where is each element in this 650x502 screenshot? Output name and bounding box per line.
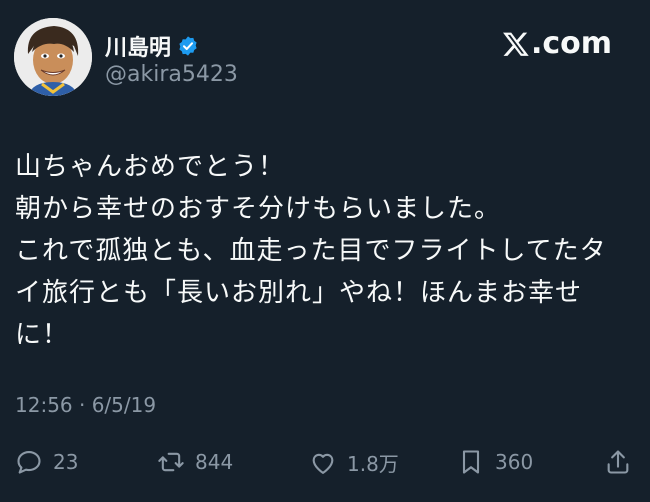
author-name-text: 川島明	[105, 36, 172, 61]
avatar[interactable]	[14, 18, 92, 96]
verified-badge-icon	[179, 36, 197, 56]
tweet-text: 山ちゃんおめでとう！ 朝から幸せのおすそ分けもらいました。 これで孤独とも、血走…	[15, 152, 607, 350]
share-button[interactable]	[604, 448, 632, 476]
author-handle[interactable]: @akira5423	[105, 62, 238, 87]
retweet-button[interactable]: 844	[157, 448, 233, 476]
retweet-icon	[158, 452, 184, 472]
x-logo-icon	[502, 32, 529, 56]
x-logo-text: .com	[530, 26, 612, 61]
tweet-actions: 23 844 1.8万 360	[15, 448, 635, 478]
retweet-count: 844	[195, 450, 234, 474]
avatar-illustration	[14, 18, 92, 96]
reply-button[interactable]: 23	[15, 448, 78, 476]
bookmark-count: 360	[495, 450, 534, 474]
reply-icon	[17, 451, 41, 474]
bookmark-button[interactable]: 360	[457, 448, 533, 476]
tweet-timestamp[interactable]: 12:56 · 6/5/19	[15, 393, 156, 417]
author-name[interactable]: 川島明	[105, 30, 199, 62]
bookmark-icon	[462, 450, 480, 474]
like-button[interactable]: 1.8万	[309, 448, 399, 477]
x-logo[interactable]: .com	[502, 26, 612, 61]
heart-icon	[312, 453, 334, 474]
reply-count: 23	[53, 450, 79, 474]
share-icon	[607, 450, 629, 474]
like-count: 1.8万	[347, 452, 399, 476]
